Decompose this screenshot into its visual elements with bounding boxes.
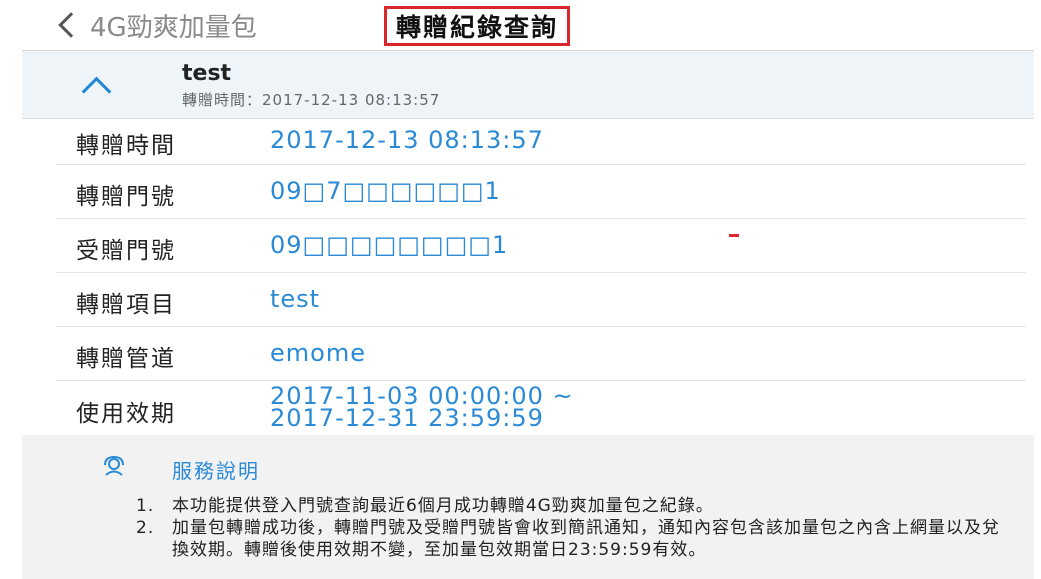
red-marker bbox=[729, 234, 739, 237]
detail-value: 09□□□□□□□□1 bbox=[270, 231, 509, 259]
detail-row-transfer-channel: 轉贈管道 emome bbox=[56, 326, 1026, 381]
detail-label: 受贈門號 bbox=[76, 238, 176, 264]
back-button[interactable]: 4G勁爽加量包 bbox=[56, 6, 257, 44]
detail-value: 2017-12-13 08:13:57 bbox=[270, 126, 544, 154]
record-summary[interactable]: test 轉贈時間：2017-12-13 08:13:57 bbox=[22, 51, 1034, 119]
detail-value: 09□7□□□□□□1 bbox=[270, 177, 501, 205]
detail-row-transfer-time: 轉贈時間 2017-12-13 08:13:57 bbox=[56, 118, 1026, 165]
note-number: 1. bbox=[136, 496, 155, 516]
chevron-up-icon[interactable] bbox=[81, 76, 112, 107]
detail-label: 轉贈項目 bbox=[76, 292, 176, 318]
service-info-panel: 服務說明 1. 本功能提供登入門號查詢最近6個月成功轉贈4G勁爽加量包之紀錄。 … bbox=[22, 435, 1034, 579]
service-notes: 1. 本功能提供登入門號查詢最近6個月成功轉贈4G勁爽加量包之紀錄。 2. 加量… bbox=[136, 495, 1016, 561]
detail-value-end: 2017-12-31 23:59:59 bbox=[270, 404, 544, 432]
record-name: test bbox=[182, 61, 232, 86]
page-title: 轉贈紀錄查詢 bbox=[384, 6, 571, 46]
detail-value: emome bbox=[270, 339, 366, 367]
list-item: 1. 本功能提供登入門號查詢最近6個月成功轉贈4G勁爽加量包之紀錄。 bbox=[136, 495, 1016, 517]
detail-label: 轉贈管道 bbox=[76, 346, 176, 372]
detail-row-receiver-number: 受贈門號 09□□□□□□□□1 bbox=[56, 218, 1026, 273]
header-bar: 4G勁爽加量包 轉贈紀錄查詢 bbox=[22, 0, 1034, 51]
detail-label: 轉贈門號 bbox=[76, 184, 176, 210]
detail-label: 使用效期 bbox=[76, 401, 176, 427]
chevron-left-icon bbox=[58, 12, 84, 38]
detail-row-validity: 使用效期 2017-11-03 00:00:00 ~ 2017-12-31 23… bbox=[56, 380, 1026, 435]
service-title: 服務說明 bbox=[172, 459, 260, 483]
app-screen: 4G勁爽加量包 轉贈紀錄查詢 test 轉贈時間：2017-12-13 08:1… bbox=[22, 0, 1034, 579]
detail-value: test bbox=[270, 285, 321, 313]
note-number: 2. bbox=[136, 518, 155, 538]
back-label: 4G勁爽加量包 bbox=[90, 12, 257, 43]
record-time: 轉贈時間：2017-12-13 08:13:57 bbox=[182, 91, 441, 109]
note-text: 加量包轉贈成功後，轉贈門號及受贈門號皆會收到簡訊通知，通知內容包含該加量包之內含… bbox=[172, 518, 1000, 560]
support-icon bbox=[104, 455, 124, 476]
note-text: 本功能提供登入門號查詢最近6個月成功轉贈4G勁爽加量包之紀錄。 bbox=[172, 496, 714, 516]
detail-row-sender-number: 轉贈門號 09□7□□□□□□1 bbox=[56, 164, 1026, 219]
detail-label: 轉贈時間 bbox=[76, 133, 176, 159]
detail-row-transfer-item: 轉贈項目 test bbox=[56, 272, 1026, 327]
list-item: 2. 加量包轉贈成功後，轉贈門號及受贈門號皆會收到簡訊通知，通知內容包含該加量包… bbox=[136, 517, 1016, 561]
